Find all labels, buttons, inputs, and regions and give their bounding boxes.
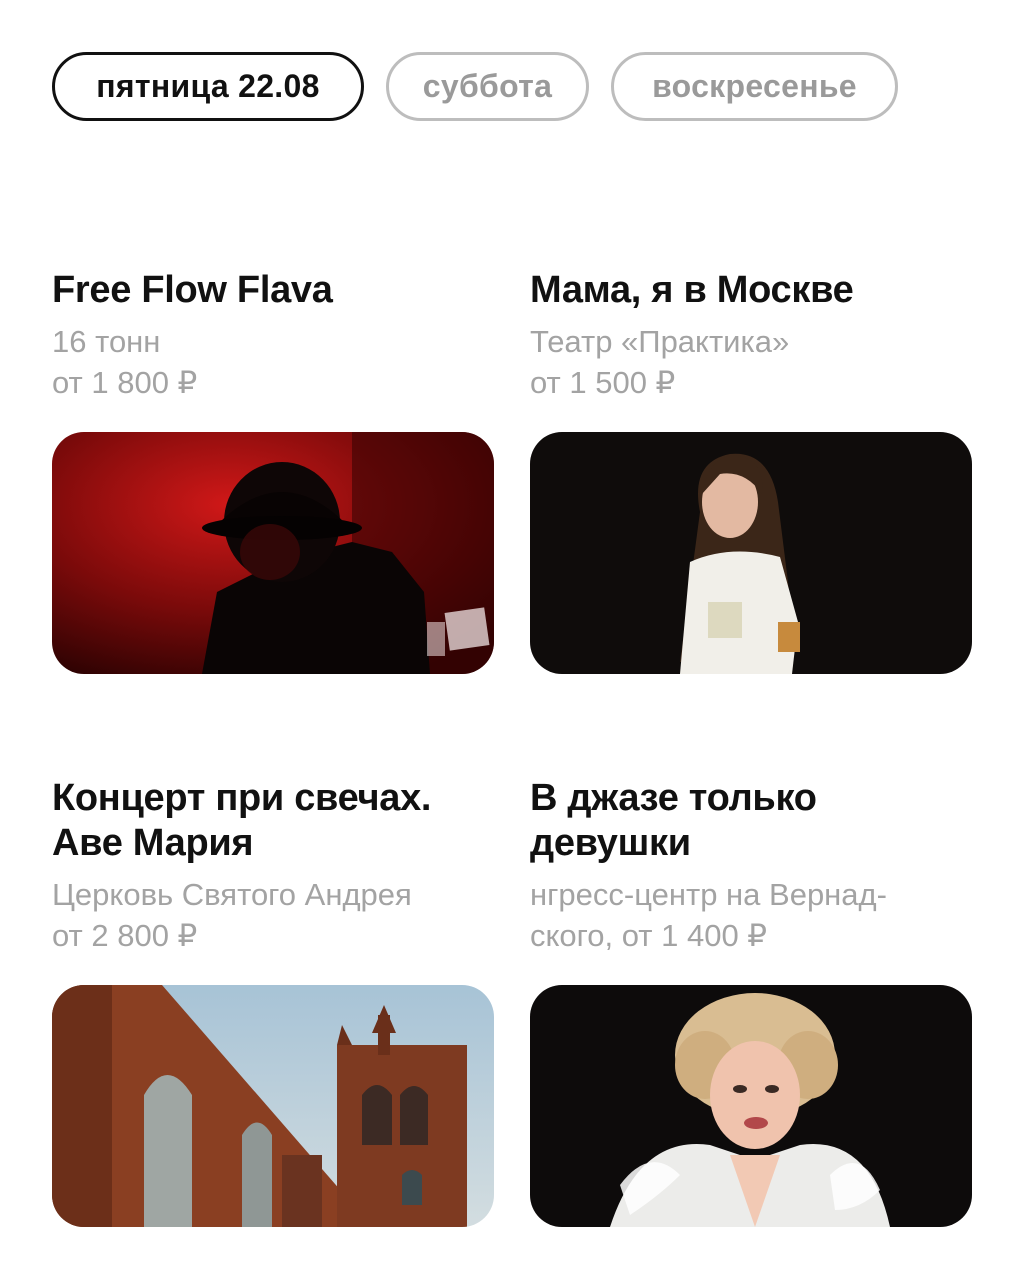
- jazz-performer-photo: [530, 985, 972, 1227]
- event-image-church[interactable]: [52, 985, 494, 1227]
- event-title-line: Аве Мария: [52, 822, 254, 864]
- event-price: от 2 800 ₽: [52, 918, 198, 953]
- event-price: от 1 800 ₽: [52, 365, 198, 400]
- church-photo: [52, 985, 494, 1227]
- event-venue-price: нгресс-центр на Вернад- ского, от 1 400 …: [530, 874, 972, 956]
- event-title[interactable]: В джазе только девушки: [530, 776, 972, 866]
- day-tabs: пятница 22.08 суббота воскресенье: [52, 52, 898, 121]
- event-title[interactable]: Концерт при свечах. Аве Мария: [52, 776, 494, 866]
- event-image-actress[interactable]: [530, 432, 972, 674]
- event-title[interactable]: Free Flow Flava: [52, 268, 494, 313]
- event-title-line: Концерт при свечах.: [52, 777, 432, 819]
- event-card[interactable]: Мама, я в Москве Театр «Практика» от 1 5…: [530, 268, 972, 674]
- event-meta-line: ского, от 1 400 ₽: [530, 918, 768, 953]
- event-venue: Театр «Практика»: [530, 324, 790, 359]
- event-card[interactable]: Free Flow Flava 16 тонн от 1 800 ₽: [52, 268, 494, 674]
- actress-photo: [530, 432, 972, 674]
- tab-sunday[interactable]: воскресенье: [611, 52, 898, 121]
- event-title-line: В джазе только: [530, 777, 817, 819]
- event-card[interactable]: В джазе только девушки нгресс-центр на В…: [530, 776, 972, 1227]
- event-venue: Церковь Святого Андрея: [52, 877, 412, 912]
- tab-friday[interactable]: пятница 22.08: [52, 52, 364, 121]
- event-title-line: девушки: [530, 822, 691, 864]
- event-card[interactable]: Концерт при свечах. Аве Мария Церковь Св…: [52, 776, 494, 1227]
- tab-saturday[interactable]: суббота: [386, 52, 589, 121]
- event-price: от 1 500 ₽: [530, 365, 676, 400]
- event-venue: 16 тонн: [52, 324, 161, 359]
- event-image-performer[interactable]: [52, 432, 494, 674]
- performer-photo: [52, 432, 494, 674]
- event-title[interactable]: Мама, я в Москве: [530, 268, 972, 313]
- event-image-jazz[interactable]: [530, 985, 972, 1227]
- event-meta-line: нгресс-центр на Вернад-: [530, 877, 887, 912]
